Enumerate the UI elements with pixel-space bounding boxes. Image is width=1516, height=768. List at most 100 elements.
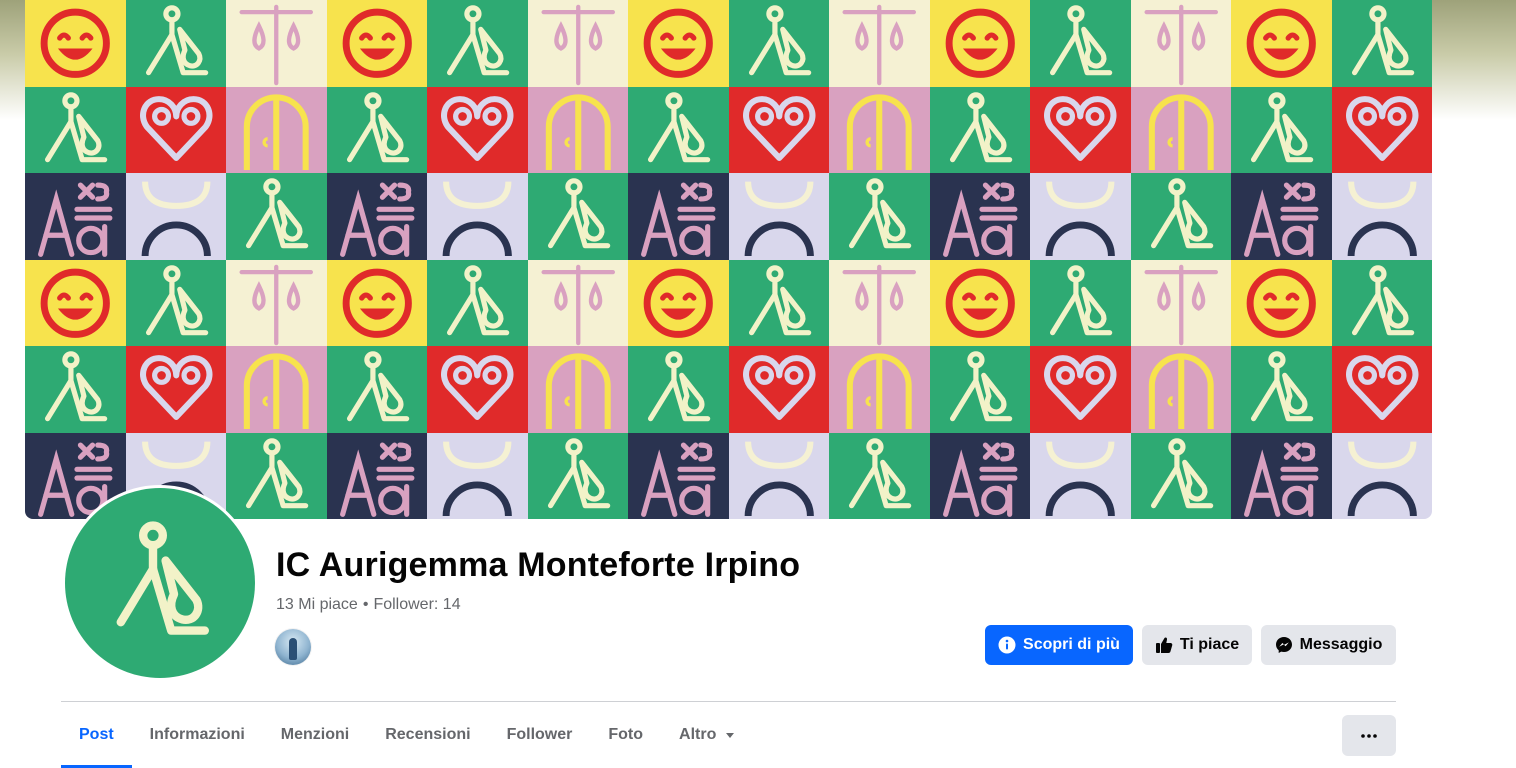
messenger-icon: [1275, 636, 1293, 654]
cover-tile-arch: [427, 432, 528, 519]
cover-tile-smile: [25, 0, 126, 87]
cover-tile-arch: [427, 173, 528, 260]
tab-altro[interactable]: Altro: [661, 702, 754, 768]
cover-tile-heart: [427, 86, 528, 173]
cover-tile-logo: [125, 0, 226, 87]
cover-tile-scale: [1130, 259, 1231, 346]
cover-tile-logo: [427, 259, 528, 346]
cover-tile-door: [527, 346, 628, 433]
cover-tile-logo: [25, 346, 126, 433]
cover-tile-heart: [1331, 346, 1432, 433]
tab-label: Informazioni: [149, 726, 245, 743]
tab-menzioni[interactable]: Menzioni: [263, 702, 367, 768]
cover-tile-door: [226, 86, 327, 173]
tab-label: Foto: [608, 726, 644, 743]
cover-tile-logo: [25, 86, 126, 173]
tab-follower[interactable]: Follower: [489, 702, 591, 768]
page-title: IC Aurigemma Monteforte Irpino: [276, 546, 801, 584]
tab-foto[interactable]: Foto: [590, 702, 661, 768]
cover-tile-door: [1130, 346, 1231, 433]
cover-tile-smile: [326, 0, 427, 87]
cover-tile-math: [628, 173, 729, 260]
tab-label: Menzioni: [280, 726, 350, 743]
cover-tile-math: [1231, 432, 1332, 519]
school-logo-icon: [116, 521, 209, 635]
cover-tile-smile: [326, 259, 427, 346]
cover-tile-logo: [1030, 259, 1131, 346]
cover-tile-logo: [326, 346, 427, 433]
cover-tile-smile: [1231, 0, 1332, 87]
cover-tile-logo: [1331, 0, 1432, 87]
logo-avatar: [65, 488, 255, 678]
cover-tile-logo: [527, 432, 628, 519]
cover-tile-math: [326, 173, 427, 260]
follower-avatar[interactable]: [275, 629, 311, 665]
cover-tile-heart: [1331, 86, 1432, 173]
tab-post[interactable]: Post: [61, 702, 132, 768]
caret-down-icon: [724, 729, 736, 741]
cover-tile-logo: [527, 173, 628, 260]
cover-tile-door: [829, 346, 930, 433]
cover-tile-logo: [628, 86, 729, 173]
cover-tile-math: [929, 173, 1030, 260]
tab-informazioni[interactable]: Informazioni: [132, 702, 263, 768]
cover-tile-smile: [628, 0, 729, 87]
thumbs-up-icon: [1155, 636, 1173, 654]
like-label: Ti piace: [1179, 636, 1240, 653]
cover-tile-smile: [929, 0, 1030, 87]
cover-tile-heart: [1030, 346, 1131, 433]
tab-recensioni[interactable]: Recensioni: [367, 702, 488, 768]
ellipsis-icon: [1361, 733, 1377, 738]
page-tabs: Post Informazioni Menzioni Recensioni Fo…: [61, 702, 754, 768]
page-stats: 13 Mi piace • Follower: 14: [276, 596, 461, 614]
cover-tile-heart: [728, 346, 829, 433]
cover-photo[interactable]: [25, 0, 1432, 519]
cover-tile-smile: [929, 259, 1030, 346]
cover-tile-logo: [829, 173, 930, 260]
cover-tile-arch: [728, 173, 829, 260]
learn-more-button[interactable]: Scopri di più: [985, 625, 1133, 665]
tab-label: Altro: [679, 726, 717, 743]
cover-tile-arch: [1030, 432, 1131, 519]
cover-tile-logo: [1130, 173, 1231, 260]
more-options-button[interactable]: [1342, 715, 1396, 756]
learn-more-label: Scopri di più: [1023, 636, 1120, 653]
cover-tile-logo: [1231, 346, 1332, 433]
cover-tile-heart: [728, 86, 829, 173]
cover-tile-math: [929, 432, 1030, 519]
cover-tile-logo: [1331, 259, 1432, 346]
cover-tile-heart: [125, 346, 226, 433]
cover-tile-logo: [226, 173, 327, 260]
stats-separator: •: [362, 596, 369, 613]
likes-count[interactable]: 13 Mi piace: [276, 596, 358, 613]
cover-tile-logo: [427, 0, 528, 87]
cover-tile-scale: [829, 0, 930, 87]
followers-count[interactable]: Follower: 14: [373, 596, 460, 613]
cover-tile-door: [829, 86, 930, 173]
cover-tile-door: [226, 346, 327, 433]
cover-tile-scale: [527, 0, 628, 87]
cover-tile-scale: [226, 0, 327, 87]
cover-tile-logo: [125, 259, 226, 346]
cover-tile-logo: [1130, 432, 1231, 519]
cover-tile-math: [628, 432, 729, 519]
cover-tile-arch: [1331, 432, 1432, 519]
tab-label: Recensioni: [385, 726, 471, 743]
cover-tile-math: [25, 173, 126, 260]
profile-picture[interactable]: [62, 485, 258, 681]
cover-tile-logo: [628, 346, 729, 433]
cover-tile-heart: [427, 346, 528, 433]
cover-tile-logo: [326, 86, 427, 173]
cover-tile-logo: [929, 346, 1030, 433]
cover-tile-door: [1130, 86, 1231, 173]
cover-tile-heart: [1030, 86, 1131, 173]
message-button[interactable]: Messaggio: [1261, 625, 1396, 665]
tab-label: Follower: [506, 726, 573, 743]
cover-tile-smile: [1231, 259, 1332, 346]
cover-tile-arch: [728, 432, 829, 519]
cover-tile-smile: [628, 259, 729, 346]
like-button[interactable]: Ti piace: [1142, 625, 1252, 665]
cover-tile-logo: [929, 86, 1030, 173]
cover-tile-smile: [25, 259, 126, 346]
cover-tile-scale: [226, 259, 327, 346]
